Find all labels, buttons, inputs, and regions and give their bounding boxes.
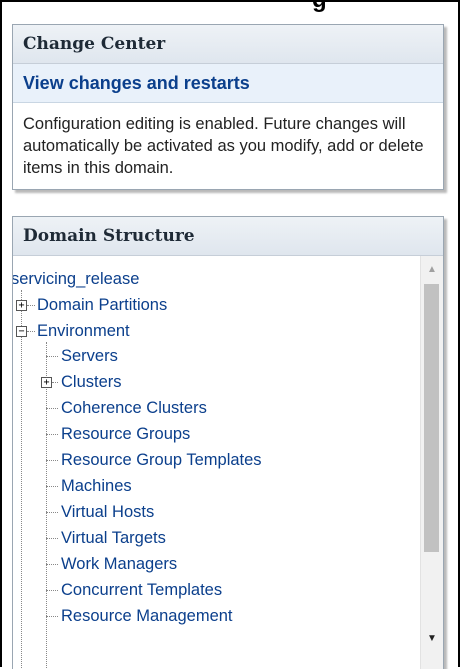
tree-item-machines[interactable]: Machines (61, 476, 132, 496)
tree-item-coherence-clusters[interactable]: Coherence Clusters (61, 398, 207, 418)
plus-icon[interactable]: + (16, 300, 27, 311)
environment-trunk-line (46, 342, 47, 669)
tree-item-concurrent-templates[interactable]: Concurrent Templates (61, 580, 222, 600)
tree-item-resource-groups[interactable]: Resource Groups (61, 424, 190, 444)
tree-item-virtual-targets[interactable]: Virtual Targets (61, 528, 166, 548)
arrow-up-icon[interactable]: ▲ (421, 260, 443, 280)
tree-branch-line (46, 356, 58, 357)
change-center-title: Change Center (13, 25, 443, 64)
domain-structure-title: Domain Structure (13, 217, 443, 256)
tree-branch-line (46, 460, 58, 461)
scrollbar-thumb[interactable] (424, 284, 439, 552)
tree-branch-line (27, 305, 35, 306)
tree-branch-line (46, 486, 58, 487)
tree-root-servicing-release[interactable]: servicing_release (13, 269, 139, 289)
domain-tree: servicing_release + Domain Partitions − … (13, 256, 421, 669)
change-center-panel: Change Center View changes and restarts … (12, 24, 444, 190)
tree-branch-line (46, 408, 58, 409)
tree-branch-line (52, 382, 58, 383)
change-center-message: Configuration editing is enabled. Future… (23, 115, 424, 177)
tree-trunk-line (21, 290, 22, 669)
tree-scrollbar[interactable]: ▲ ▼ (420, 256, 443, 669)
tree-branch-line (27, 331, 35, 332)
tree-branch-line (46, 616, 58, 617)
arrow-down-icon[interactable]: ▼ (421, 629, 443, 649)
tree-branch-line (46, 434, 58, 435)
clipped-heading-fragment: g (312, 0, 327, 14)
tree-item-resource-group-templates[interactable]: Resource Group Templates (61, 450, 262, 470)
tree-item-domain-partitions[interactable]: Domain Partitions (37, 295, 167, 315)
tree-item-servers[interactable]: Servers (61, 346, 118, 366)
tree-item-virtual-hosts[interactable]: Virtual Hosts (61, 502, 154, 522)
tree-branch-line (46, 564, 58, 565)
tree-item-resource-management[interactable]: Resource Management (61, 606, 233, 626)
tree-item-environment[interactable]: Environment (37, 321, 130, 341)
tree-branch-line (46, 512, 58, 513)
tree-item-clusters[interactable]: Clusters (61, 372, 122, 392)
view-changes-row: View changes and restarts (13, 64, 443, 103)
plus-icon[interactable]: + (41, 377, 52, 388)
view-changes-link[interactable]: View changes and restarts (23, 73, 250, 93)
tree-item-work-managers[interactable]: Work Managers (61, 554, 177, 574)
minus-icon[interactable]: − (16, 326, 27, 337)
domain-structure-panel: Domain Structure servicing_release + Dom… (12, 216, 444, 669)
tree-branch-line (46, 590, 58, 591)
tree-branch-line (46, 538, 58, 539)
